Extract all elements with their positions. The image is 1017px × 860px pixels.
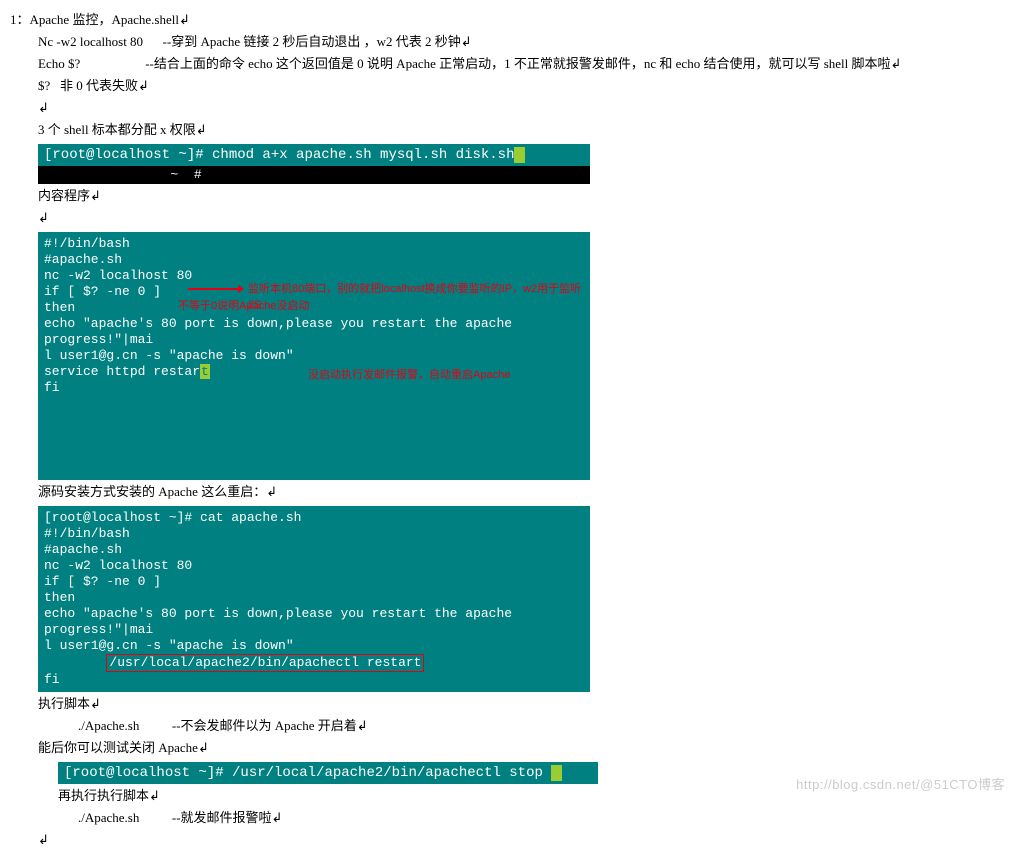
text-line: 源码安装方式安装的 Apache 这么重启：↲	[10, 482, 1007, 502]
text-line: Echo $? --结合上面的命令 echo 这个返回值是 0 说明 Apach…	[10, 54, 1007, 74]
annotation-text: 没启动执行发邮件报警，自动重启Apache	[308, 367, 510, 383]
blank-line: ↲	[10, 98, 1007, 118]
code-line: echo "apache's 80 port is down,please yo…	[44, 606, 584, 638]
terminal-script-apache-source: [root@localhost ~]# cat apache.sh #!/bin…	[38, 506, 590, 692]
text-line: 3 个 shell 标本都分配 x 权限↲	[10, 120, 1007, 140]
text-line: 再执行执行脚本↲	[10, 786, 1007, 806]
terminal-cursor-icon	[514, 147, 524, 163]
text-line: ./Apache.sh --就发邮件报警啦↲	[10, 808, 1007, 828]
arrow-icon	[188, 288, 238, 290]
terminal-text: [root@localhost ~]# chmod a+x apache.sh …	[44, 147, 514, 163]
code-line: l user1@g.cn -s "apache is down"	[44, 638, 584, 654]
code-line: [root@localhost ~]# cat apache.sh	[44, 510, 584, 526]
code-line: #!/bin/bash	[44, 236, 584, 252]
code-line: echo "apache's 80 port is down,please yo…	[44, 316, 584, 348]
text-line: 执行脚本↲	[10, 694, 1007, 714]
code-line: then	[44, 590, 584, 606]
text-line: Nc -w2 localhost 80 --穿到 Apache 链接 2 秒后自…	[10, 32, 1007, 52]
code-line: #apache.sh	[44, 252, 584, 268]
terminal-script-apache: #!/bin/bash #apache.sh nc -w2 localhost …	[38, 232, 590, 480]
blank-line: ↲	[10, 830, 1007, 850]
code-line: fi	[44, 672, 584, 688]
code-line: /usr/local/apache2/bin/apachectl restart	[44, 654, 584, 672]
title-line: 1：Apache 监控，Apache.shell↲	[10, 10, 1007, 30]
text-line: 内容程序↲	[10, 186, 1007, 206]
code-line: #apache.sh	[44, 542, 584, 558]
text-line: $? 非 0 代表失败↲	[10, 76, 1007, 96]
code-line: if [ $? -ne 0 ]	[44, 574, 584, 590]
terminal-command-stop: [root@localhost ~]# /usr/local/apache2/b…	[58, 762, 598, 784]
code-line: nc -w2 localhost 80	[44, 558, 584, 574]
terminal-obscured-text: ~ #	[108, 167, 202, 182]
highlighted-command: /usr/local/apache2/bin/apachectl restart	[106, 654, 424, 672]
terminal-bottom-bar: ~ #	[38, 166, 590, 184]
terminal-text: [root@localhost ~]# /usr/local/apache2/b…	[64, 765, 551, 781]
terminal-cursor-icon: t	[200, 364, 210, 379]
terminal-cursor-icon	[551, 765, 561, 781]
terminal-command-chmod: [root@localhost ~]# chmod a+x apache.sh …	[38, 144, 590, 166]
text-line: 能后你可以测试关闭 Apache↲	[10, 738, 1007, 758]
code-line: l user1@g.cn -s "apache is down"	[44, 348, 584, 364]
text-line: ./Apache.sh --不会发邮件以为 Apache 开启着↲	[10, 716, 1007, 736]
annotation-text: 不等于0说明Apache没启动	[178, 298, 309, 314]
blank-line: ↲	[10, 208, 1007, 228]
code-line: #!/bin/bash	[44, 526, 584, 542]
